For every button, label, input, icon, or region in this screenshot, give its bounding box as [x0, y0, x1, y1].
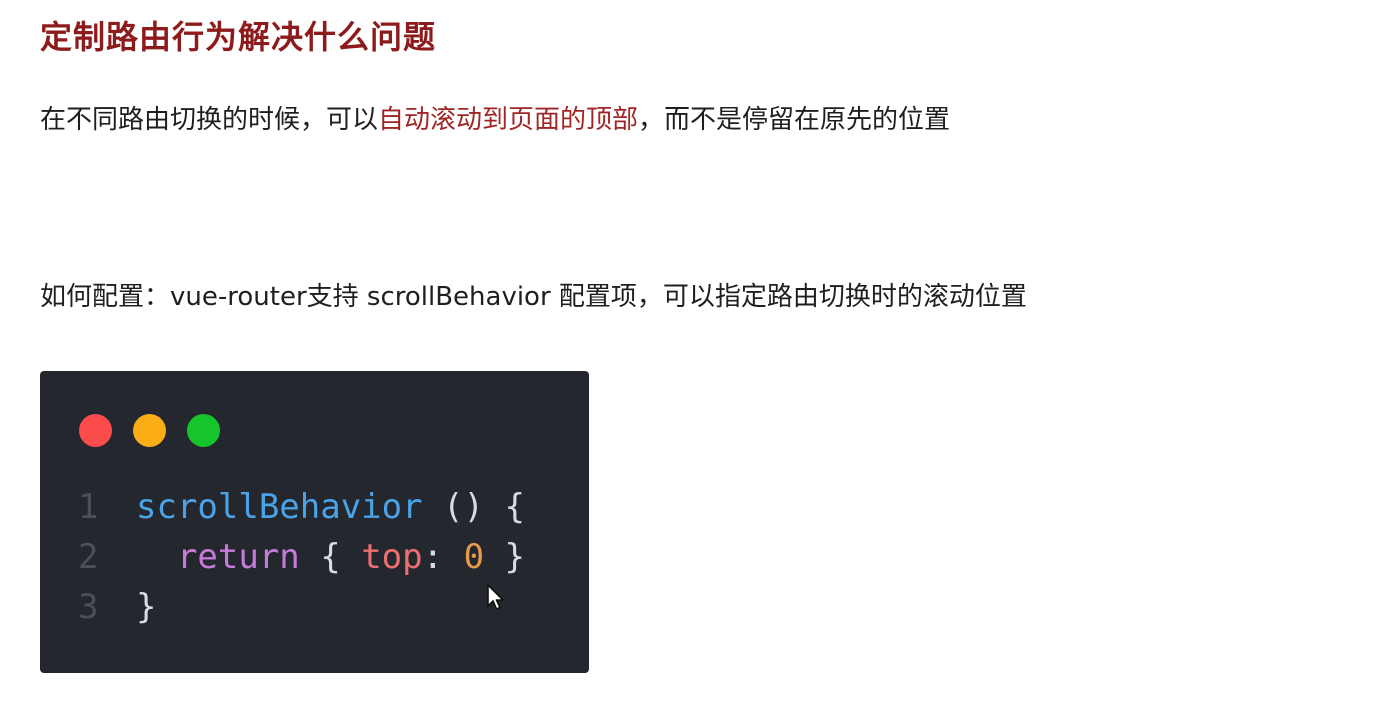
- red-dot-icon: [79, 414, 112, 447]
- code-line-2: 2 return { top: 0 }: [78, 532, 525, 582]
- line-number: 1: [78, 487, 99, 527]
- intro-text-after: ，而不是停留在原先的位置: [638, 105, 951, 135]
- intro-paragraph: 在不同路由切换的时候，可以自动滚动到页面的顶部，而不是停留在原先的位置: [40, 102, 950, 138]
- config-paragraph: 如何配置：vue-router支持 scrollBehavior 配置项，可以指…: [40, 282, 1027, 312]
- mouse-pointer-icon: [487, 584, 504, 610]
- code-punctuation: () {: [422, 487, 525, 527]
- code-punctuation: }: [484, 537, 526, 577]
- code-line-3: 3}: [78, 582, 156, 632]
- intro-highlight: 自动滚动到页面的顶部: [378, 105, 639, 135]
- code-number: 0: [463, 537, 485, 577]
- code-keyword: return: [176, 537, 300, 577]
- yellow-dot-icon: [133, 414, 166, 447]
- code-function-name: scrollBehavior: [136, 487, 423, 527]
- code-punctuation: {: [299, 537, 362, 577]
- intro-text-before: 在不同路由切换的时候，可以: [40, 105, 379, 135]
- line-number: 2: [78, 537, 99, 577]
- code-punctuation: }: [136, 587, 157, 627]
- code-line-1: 1 scrollBehavior () {: [78, 482, 525, 532]
- line-number: 3: [78, 587, 99, 627]
- code-property: top: [361, 537, 423, 577]
- green-dot-icon: [187, 414, 220, 447]
- page-title: 定制路由行为解决什么问题: [40, 18, 437, 56]
- code-punctuation: :: [422, 537, 464, 577]
